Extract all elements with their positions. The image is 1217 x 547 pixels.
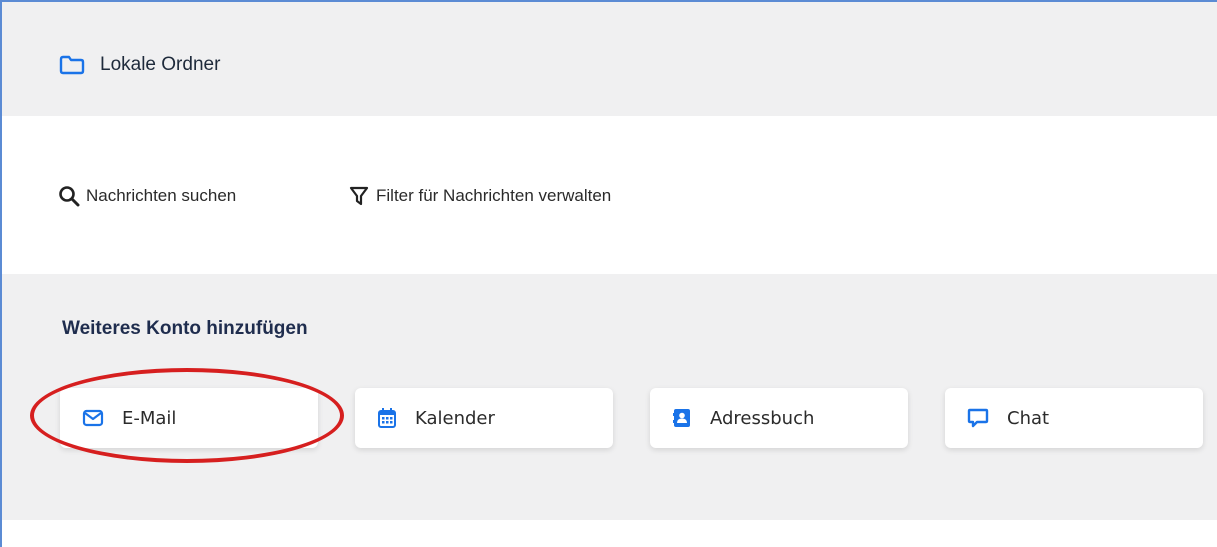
email-label: E-Mail (122, 407, 177, 429)
mail-icon (82, 409, 104, 427)
add-address-book-button[interactable]: Adressbuch (650, 388, 908, 448)
filter-icon (349, 186, 369, 206)
footer-area (2, 520, 1217, 547)
toolbar: Nachrichten suchen Filter für Nachrichte… (2, 116, 1217, 274)
address-book-label: Adressbuch (710, 407, 815, 429)
add-account-section: Weiteres Konto hinzufügen E-Mail Kalende… (2, 274, 1217, 520)
chat-label: Chat (1007, 407, 1050, 429)
folder-title: Lokale Ordner (100, 54, 221, 75)
calendar-icon (378, 408, 396, 428)
manage-filters-button[interactable]: Filter für Nachrichten verwalten (348, 182, 611, 210)
search-messages-label: Nachrichten suchen (86, 186, 237, 205)
folder-header: Lokale Ordner (2, 2, 1217, 116)
search-icon (59, 186, 80, 207)
chat-icon (967, 408, 989, 428)
address-book-icon (673, 409, 690, 427)
calendar-label: Kalender (415, 407, 495, 429)
search-messages-button[interactable]: Nachrichten suchen (58, 182, 236, 210)
add-account-title: Weiteres Konto hinzufügen (62, 318, 308, 339)
add-calendar-button[interactable]: Kalender (355, 388, 613, 448)
manage-filters-label: Filter für Nachrichten verwalten (376, 186, 612, 205)
add-chat-button[interactable]: Chat (945, 388, 1203, 448)
add-email-account-button[interactable]: E-Mail (60, 388, 318, 448)
folder-icon (59, 55, 85, 75)
